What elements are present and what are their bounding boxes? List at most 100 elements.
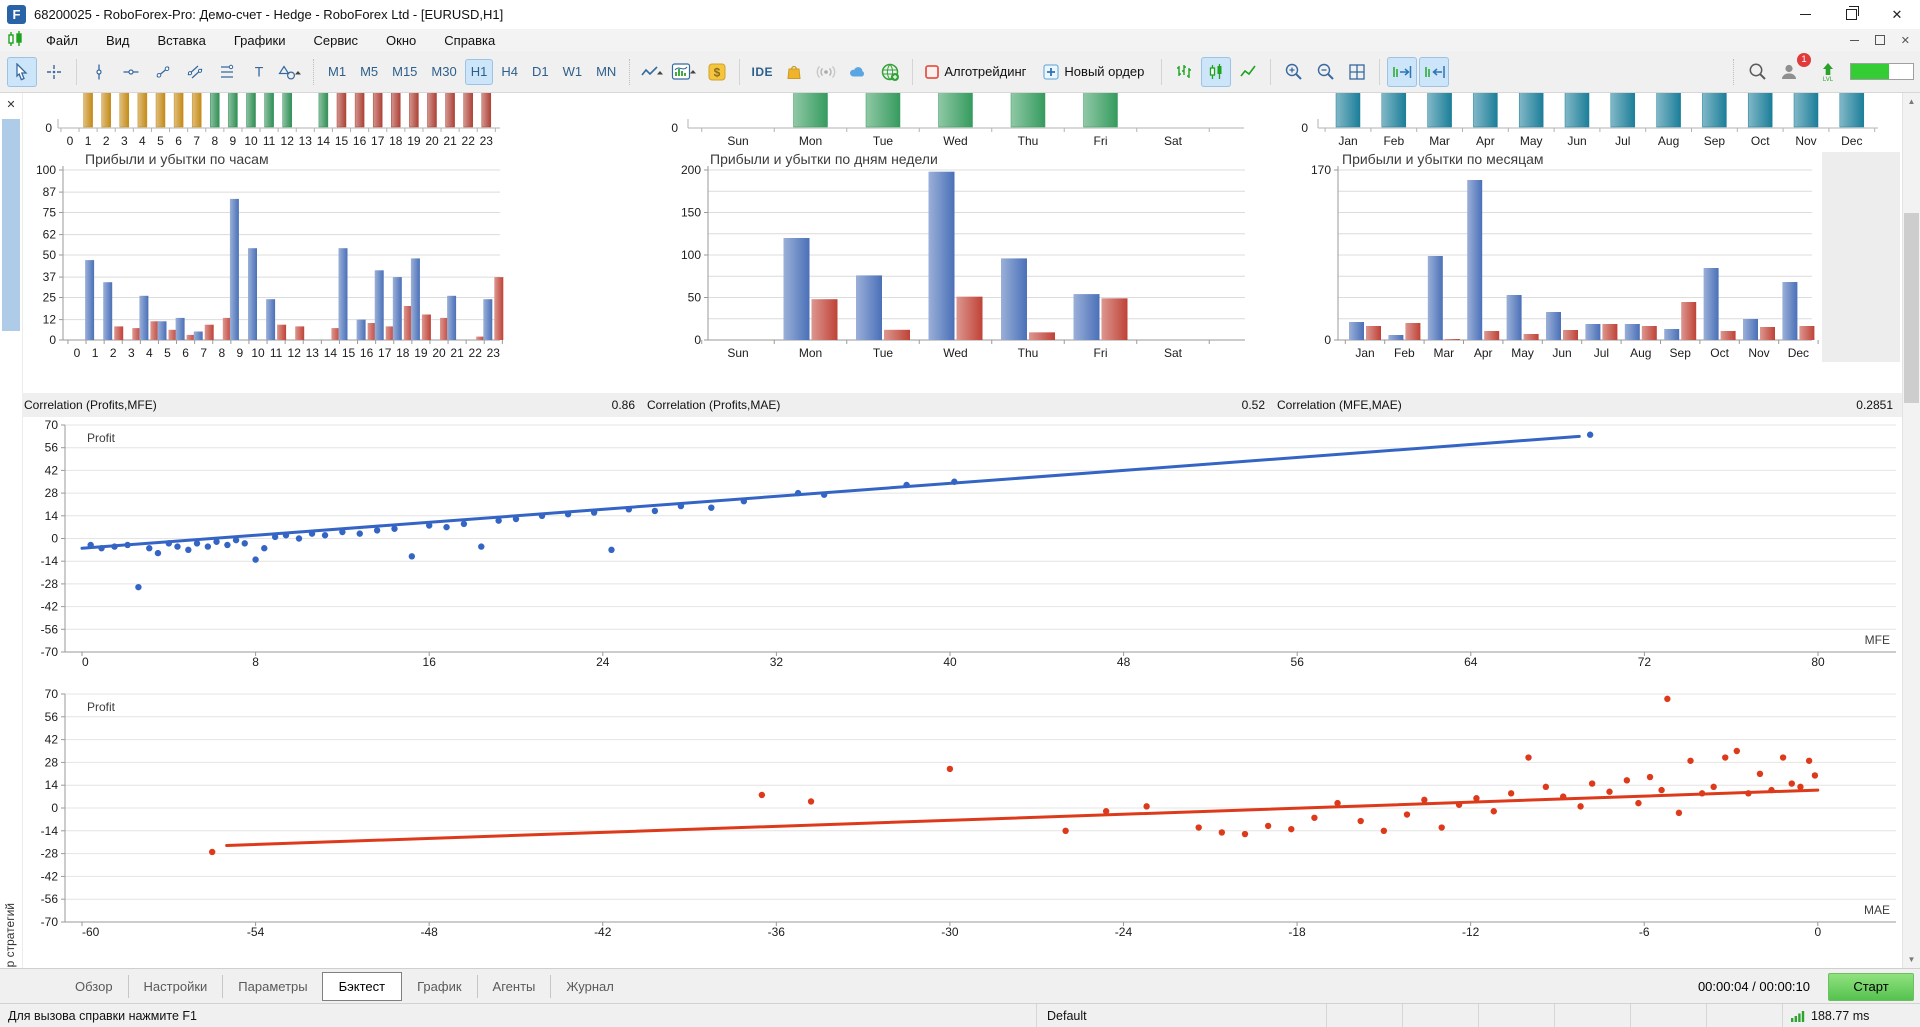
- menu-item-Вставка[interactable]: Вставка: [144, 31, 220, 50]
- svg-text:Oct: Oct: [1710, 346, 1729, 360]
- svg-text:Jan: Jan: [1355, 346, 1374, 360]
- mdi-window-controls: ✕: [1849, 34, 1910, 47]
- timeframe-button-D1[interactable]: D1: [526, 59, 555, 85]
- svg-text:150: 150: [681, 206, 701, 220]
- scrollbar-thumb[interactable]: [1904, 213, 1919, 403]
- svg-text:Feb: Feb: [1383, 134, 1404, 148]
- svg-text:14: 14: [45, 778, 59, 792]
- algo-trading-button[interactable]: Алготрейдинг: [920, 57, 1036, 87]
- ide-button[interactable]: IDE: [747, 57, 777, 87]
- cloud-button[interactable]: [843, 57, 873, 87]
- svg-text:80: 80: [1811, 655, 1825, 669]
- line-chart-mode-button[interactable]: [1233, 57, 1263, 87]
- restore-button[interactable]: [1828, 0, 1874, 29]
- svg-text:Thu: Thu: [1018, 346, 1039, 360]
- svg-text:-70: -70: [41, 915, 59, 929]
- svg-text:8: 8: [218, 346, 225, 360]
- menu-item-Графики[interactable]: Графики: [220, 31, 300, 50]
- svg-text:Aug: Aug: [1630, 346, 1651, 360]
- vertical-line-tool-button[interactable]: [84, 57, 114, 87]
- shapes-tool-button[interactable]: [276, 57, 306, 87]
- notifications-button[interactable]: 1: [1774, 52, 1811, 87]
- timeframe-buttons: M1 M5 M15 M30 H1 H4 D1 W1 MN: [321, 58, 623, 85]
- mdi-restore-icon[interactable]: [1874, 35, 1885, 45]
- level-up-button[interactable]: LVL: [1813, 57, 1843, 87]
- svg-text:5: 5: [157, 134, 164, 148]
- tab-бэктест[interactable]: Бэктест: [321, 972, 403, 1001]
- svg-text:-60: -60: [82, 925, 100, 939]
- svg-text:16: 16: [423, 655, 437, 669]
- svg-text:8: 8: [211, 134, 218, 148]
- svg-text:Прибыли и убытки по месяцам: Прибыли и убытки по месяцам: [1342, 151, 1544, 167]
- bar-chart-mode-button[interactable]: [1169, 57, 1199, 87]
- menu-item-Окно[interactable]: Окно: [372, 31, 430, 50]
- menu-item-Сервис[interactable]: Сервис: [300, 31, 373, 50]
- profile-cell[interactable]: Default: [1036, 1004, 1326, 1027]
- svg-text:7: 7: [200, 346, 207, 360]
- timeframe-button-M15[interactable]: M15: [386, 59, 423, 85]
- tester-tabs: Обзор Настройки Параметры Бэктест График Аген…: [60, 972, 629, 1001]
- cursor-tool-button[interactable]: [7, 56, 37, 87]
- svg-text:Mon: Mon: [799, 134, 822, 148]
- indicators-button[interactable]: [670, 57, 700, 87]
- minimize-button[interactable]: [1782, 0, 1828, 29]
- menu-items: Файл Вид Вставка Графики Сервис Окно Справка: [32, 31, 509, 50]
- menu-item-Справка[interactable]: Справка: [430, 31, 509, 50]
- timeframe-button-M30[interactable]: M30: [425, 59, 462, 85]
- connection-cell[interactable]: 188.77 ms: [1782, 1004, 1920, 1027]
- timeframe-button-M5[interactable]: M5: [354, 59, 384, 85]
- menu-item-Файл[interactable]: Файл: [32, 31, 92, 50]
- timeframe-button-H1[interactable]: H1: [464, 58, 494, 85]
- timeframe-button-W1[interactable]: W1: [557, 59, 589, 85]
- trendline-tool-button[interactable]: [148, 57, 178, 87]
- tile-windows-icon: [1349, 63, 1366, 80]
- tab-обзор[interactable]: Обзор: [60, 975, 128, 998]
- vertical-scrollbar[interactable]: ▲ ▼: [1902, 93, 1920, 968]
- crosshair-tool-button[interactable]: [39, 57, 69, 87]
- svg-text:12: 12: [288, 346, 302, 360]
- panel-grab-handle[interactable]: [2, 119, 20, 331]
- svg-text:Feb: Feb: [1394, 346, 1415, 360]
- market-button[interactable]: [779, 57, 809, 87]
- chart-shift-button[interactable]: [1419, 56, 1450, 87]
- chart-line-type-button[interactable]: [638, 57, 668, 87]
- tab-настройки[interactable]: Настройки: [127, 975, 223, 998]
- start-button[interactable]: Старт: [1828, 972, 1914, 1001]
- scroll-up-icon[interactable]: ▲: [1903, 93, 1920, 110]
- search-button[interactable]: [1742, 57, 1772, 87]
- tab-журнал[interactable]: Журнал: [550, 975, 628, 998]
- timeframe-button-M1[interactable]: M1: [322, 59, 352, 85]
- timeframe-button-MN[interactable]: MN: [590, 59, 622, 85]
- mdi-close-icon[interactable]: ✕: [1901, 34, 1910, 47]
- svg-text:-14: -14: [41, 824, 59, 838]
- svg-text:19: 19: [414, 346, 428, 360]
- new-order-button[interactable]: Новый ордер: [1038, 57, 1154, 87]
- text-tool-button[interactable]: T: [244, 57, 274, 87]
- mdi-minimize-icon[interactable]: [1849, 39, 1859, 41]
- equidistant-lines-tool-button[interactable]: [212, 57, 242, 87]
- auto-scroll-button[interactable]: [1387, 56, 1418, 87]
- channel-tool-button[interactable]: [180, 57, 210, 87]
- horizontal-line-tool-button[interactable]: [116, 57, 146, 87]
- deposit-button[interactable]: $: [702, 57, 732, 87]
- svg-text:18: 18: [389, 134, 403, 148]
- zoom-in-button[interactable]: [1278, 57, 1308, 87]
- community-button[interactable]: [875, 57, 905, 87]
- tab-параметры[interactable]: Параметры: [222, 975, 322, 998]
- svg-text:56: 56: [45, 441, 59, 455]
- menu-item-Вид[interactable]: Вид: [92, 31, 144, 50]
- zoom-out-button[interactable]: [1310, 57, 1340, 87]
- close-button[interactable]: ✕: [1874, 0, 1920, 29]
- tab-агенты[interactable]: Агенты: [476, 975, 551, 998]
- candlestick-mode-button[interactable]: [1201, 56, 1232, 87]
- svg-text:100: 100: [36, 163, 56, 177]
- tab-график[interactable]: График: [401, 975, 476, 998]
- app-icon: F: [7, 5, 26, 24]
- signals-button[interactable]: [811, 57, 841, 87]
- panel-close-icon[interactable]: ✕: [3, 96, 19, 112]
- scroll-down-icon[interactable]: ▼: [1903, 951, 1920, 968]
- svg-text:15: 15: [342, 346, 356, 360]
- status-cell: [1706, 1004, 1782, 1027]
- tile-windows-button[interactable]: [1342, 57, 1372, 87]
- timeframe-button-H4[interactable]: H4: [495, 59, 524, 85]
